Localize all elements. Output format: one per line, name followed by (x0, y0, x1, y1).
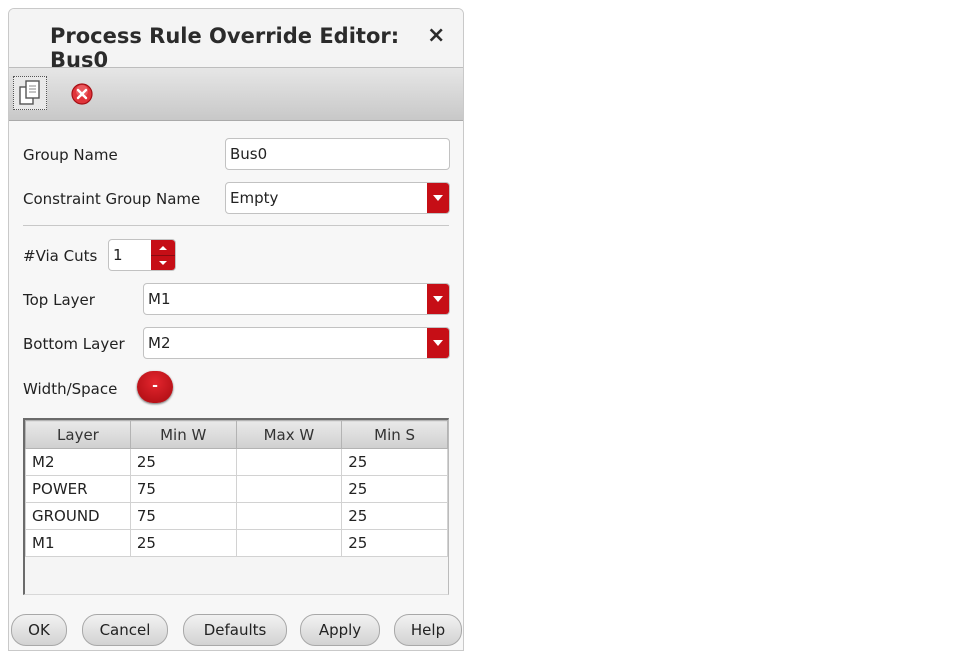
min-s-cell[interactable]: 25 (341, 529, 448, 557)
constraint-group-value: Empty (230, 189, 279, 207)
max-w-cell[interactable] (235, 529, 343, 557)
layer-cell[interactable]: M1 (25, 529, 131, 557)
button-bar: OK Cancel Defaults Apply Help (9, 607, 463, 650)
via-cuts-stepper-buttons (151, 240, 175, 270)
width-space-label: Width/Space (23, 380, 118, 398)
title-bar: Process Rule Override Editor: Bus0 × (9, 9, 463, 72)
column-header-max-w[interactable]: Max W (235, 420, 343, 449)
bottom-layer-label: Bottom Layer (23, 335, 125, 353)
ok-button[interactable]: OK (11, 614, 67, 646)
column-header-min-w[interactable]: Min W (129, 420, 237, 449)
group-name-label: Group Name (23, 146, 118, 164)
bottom-layer-value: M2 (148, 334, 171, 352)
apply-button[interactable]: Apply (300, 614, 380, 646)
min-w-cell[interactable]: 25 (129, 529, 237, 557)
layer-cell[interactable]: GROUND (25, 502, 131, 530)
delete-icon (71, 83, 93, 105)
dialog-title: Process Rule Override Editor: Bus0 (50, 24, 400, 72)
via-cuts-label: #Via Cuts (23, 247, 98, 265)
delete-button[interactable] (65, 76, 99, 110)
min-w-cell[interactable]: 75 (129, 502, 237, 530)
table-header-row: Layer Min W Max W Min S (25, 420, 448, 449)
copy-button[interactable] (13, 76, 47, 110)
chevron-down-icon[interactable] (427, 284, 449, 314)
top-layer-label: Top Layer (23, 291, 95, 309)
defaults-button[interactable]: Defaults (183, 614, 287, 646)
bottom-layer-select[interactable]: M2 (143, 327, 450, 359)
decrement-icon[interactable] (151, 255, 175, 270)
via-cuts-stepper[interactable]: 1 (108, 239, 176, 271)
layer-cell[interactable]: M2 (25, 448, 131, 476)
increment-icon[interactable] (151, 240, 175, 256)
close-icon[interactable]: × (427, 23, 445, 48)
separator (23, 225, 449, 226)
cancel-button[interactable]: Cancel (82, 614, 168, 646)
via-cuts-value[interactable]: 1 (113, 246, 123, 264)
chevron-down-icon[interactable] (427, 328, 449, 358)
width-space-table: Layer Min W Max W Min S M2 25 25 POWER 7… (23, 418, 449, 595)
layer-cell[interactable]: POWER (25, 475, 131, 503)
column-header-layer[interactable]: Layer (25, 420, 131, 449)
table-row[interactable]: M2 25 25 (25, 448, 448, 476)
top-layer-value: M1 (148, 290, 171, 308)
process-rule-override-dialog: Process Rule Override Editor: Bus0 × Gro… (8, 8, 464, 651)
max-w-cell[interactable] (235, 448, 343, 476)
min-w-cell[interactable]: 75 (129, 475, 237, 503)
table-row[interactable]: POWER 75 25 (25, 475, 448, 503)
toolbar (9, 67, 463, 121)
constraint-group-label: Constraint Group Name (23, 190, 201, 208)
remove-width-space-button[interactable]: - (137, 371, 173, 403)
column-header-min-s[interactable]: Min S (341, 420, 448, 449)
max-w-cell[interactable] (235, 475, 343, 503)
min-w-cell[interactable]: 25 (129, 448, 237, 476)
constraint-group-select[interactable]: Empty (225, 182, 450, 214)
help-button[interactable]: Help (394, 614, 462, 646)
table-row[interactable]: GROUND 75 25 (25, 502, 448, 530)
copy-icon (19, 80, 40, 105)
layer-rules-table: Layer Min W Max W Min S M2 25 25 POWER 7… (25, 420, 448, 557)
top-layer-select[interactable]: M1 (143, 283, 450, 315)
min-s-cell[interactable]: 25 (341, 502, 448, 530)
min-s-cell[interactable]: 25 (341, 475, 448, 503)
table-row[interactable]: M1 25 25 (25, 529, 448, 557)
group-name-input[interactable] (225, 138, 450, 170)
min-s-cell[interactable]: 25 (341, 448, 448, 476)
max-w-cell[interactable] (235, 502, 343, 530)
chevron-down-icon[interactable] (427, 183, 449, 213)
form-panel: Group Name Constraint Group Name Empty #… (9, 121, 463, 607)
